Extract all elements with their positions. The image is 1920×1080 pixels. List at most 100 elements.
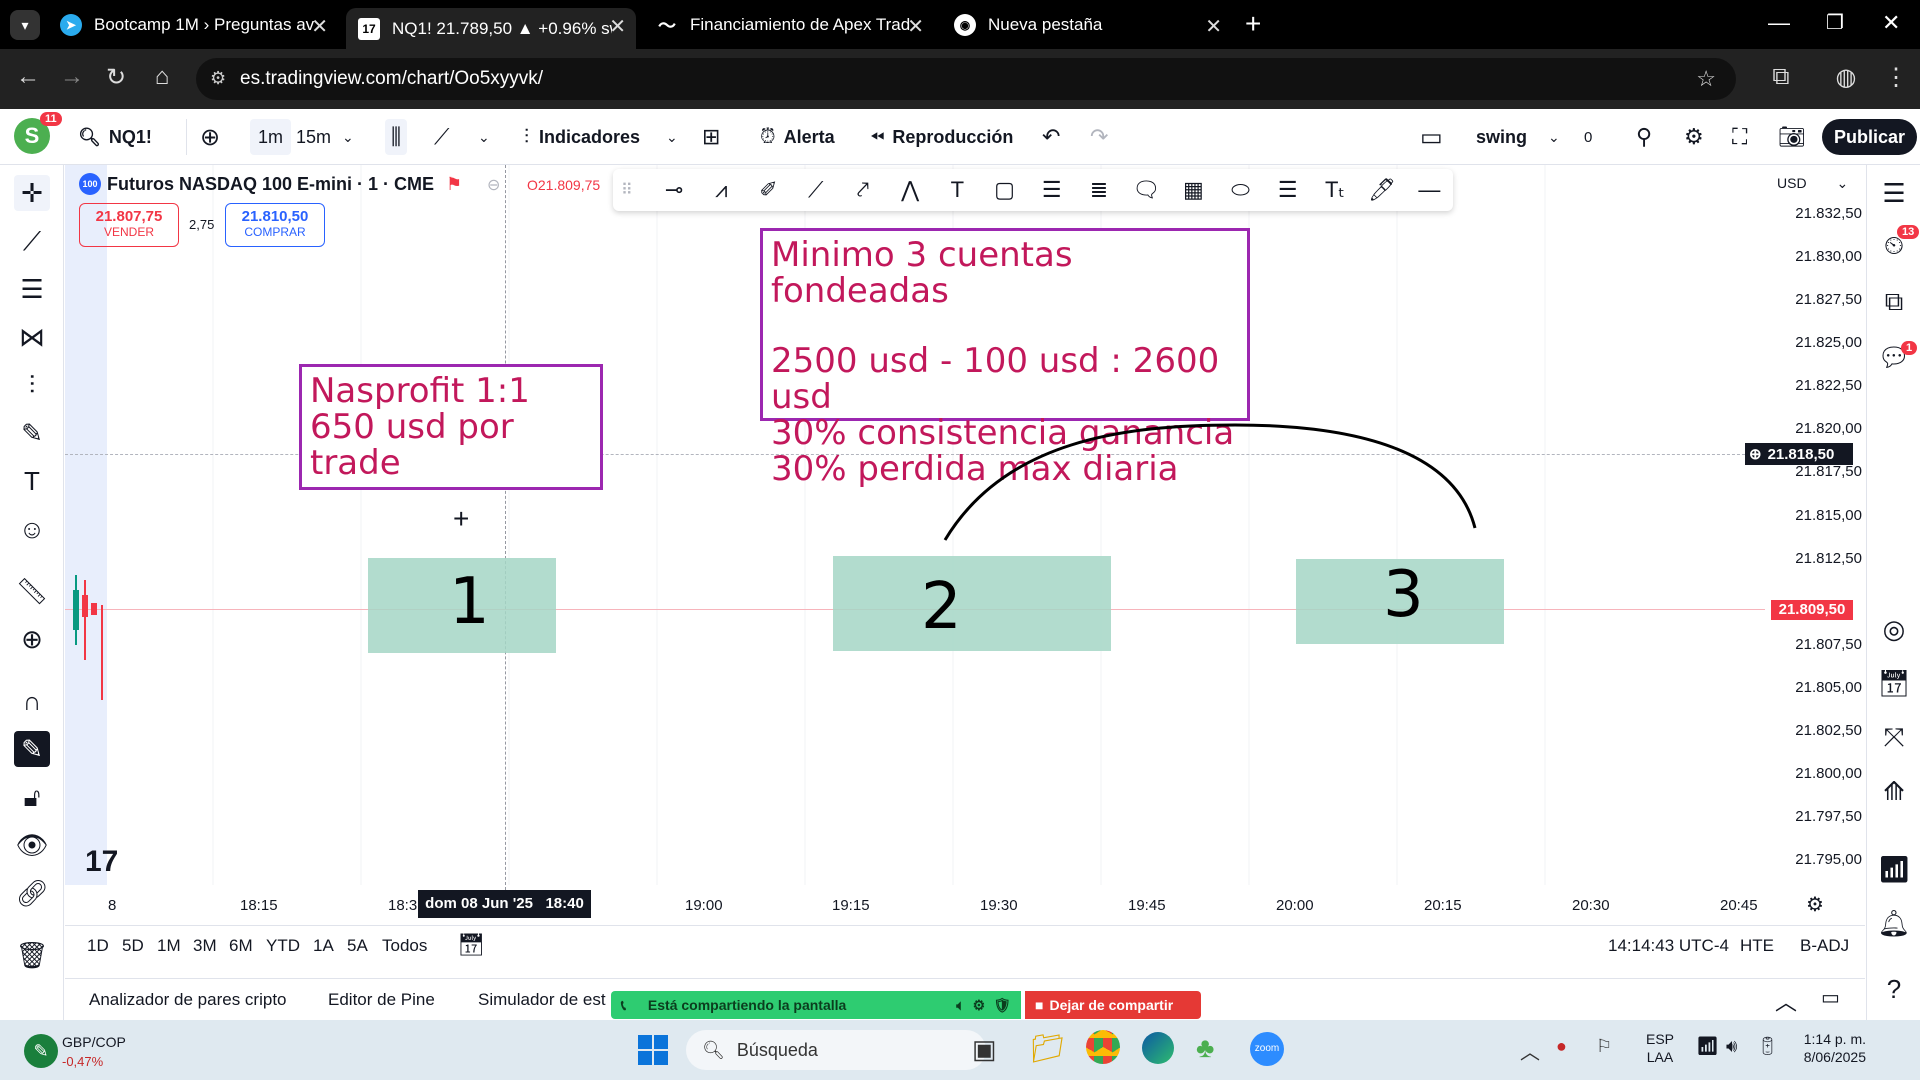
polyline-icon[interactable]: ⩘ [698,177,745,203]
annotation-requirements[interactable]: Minimo 3 cuentas fondeadas 2500 usd - 10… [760,228,1250,487]
profile-icon[interactable]: ◍ [1830,63,1862,92]
layers-icon[interactable]: ⧉ [1876,283,1912,319]
restore-icon[interactable]: ❐ [1826,10,1844,35]
range-all[interactable]: Todos [382,936,427,956]
indicators-button[interactable]: ⫶ Indicadores [524,119,640,155]
url-input[interactable]: ⚙ es.tradingview.com/chart/Oo5xyyvk/ ☆ [196,58,1736,100]
lines-icon[interactable]: ☰ [1264,177,1311,203]
settings-small-icon[interactable]: ⚙ [973,997,986,1014]
layouts-grid-icon[interactable]: ⊞ [702,119,720,155]
brush-tool-icon[interactable]: ✐ [745,177,792,203]
range-3m[interactable]: 3M [193,936,217,956]
battery-icon[interactable]: 🔋︎ [1756,1036,1779,1057]
instrument-title[interactable]: 100 Futuros NASDAQ 100 E-mini · 1 · CME … [79,173,462,195]
xabcd-pattern-icon[interactable]: ⋀ [887,177,934,203]
close-tab-icon[interactable]: ✕ [1205,14,1222,39]
range-1a[interactable]: 1A [313,936,334,956]
chart-signal-icon[interactable]: ⟰ [1876,773,1912,809]
panel-tab-pine-editor[interactable]: Editor de Pine [328,990,435,1010]
language-indicator[interactable]: ESP LAA [1646,1030,1674,1066]
fib-channel-icon[interactable]: ☰ [1028,177,1075,203]
panel-tab-strategy-tester[interactable]: Simulador de est [478,990,606,1010]
wifi-icon[interactable]: 📶︎ [1696,1036,1719,1057]
drag-handle-icon[interactable]: ⠿ [621,180,651,200]
range-5a[interactable]: 5A [347,936,368,956]
candles-icon[interactable]: ⫼ [385,119,408,155]
home-icon[interactable]: ⌂ [146,63,178,91]
range-1d[interactable]: 1D [87,936,109,956]
account-box-2[interactable] [833,556,1111,651]
range-5d[interactable]: 5D [122,936,144,956]
layout-name[interactable]: swing [1476,119,1527,155]
prediction-icon[interactable]: ⫶ [14,367,50,403]
bell-icon[interactable]: 🔔︎ [1876,905,1912,941]
collapse-panel-icon[interactable]: ︿ [1775,985,1797,1017]
text-tool-icon[interactable]: T [14,463,50,499]
camera-icon[interactable]: 📷︎ [1778,119,1806,155]
tab-bootcamp[interactable]: ➤ Bootcamp 1M › Preguntas avan ✕ [48,8,338,42]
show-hidden-icons[interactable]: ︿ [1520,1036,1540,1065]
path-tool-icon[interactable]: ⤤ [839,177,886,203]
alert-button[interactable]: ⏰︎ Alerta [760,119,835,155]
extensions-icon[interactable]: ⧉ [1765,63,1797,91]
calendar-icon[interactable]: 📅︎ [1876,665,1912,701]
back-icon[interactable]: ← [12,63,44,91]
quick-search-icon[interactable]: ⚲ [1636,119,1652,155]
panel-tab-pair-analyzer[interactable]: Analizador de pares cripto [89,990,287,1010]
close-tab-icon[interactable]: ✕ [907,14,924,39]
session-toggle[interactable]: HTE [1740,936,1774,956]
flag-icon[interactable]: ⚑ [446,174,462,195]
chart-type-dropdown-icon[interactable]: ⌄ [478,119,490,155]
fib-retracement-icon[interactable]: ☰ [14,271,50,307]
broadcast-icon[interactable]: 📶︎ [1876,851,1912,887]
emoji-icon[interactable]: ☺ [14,511,50,547]
link-icon[interactable]: 🔗︎ [14,875,50,911]
gann-icon[interactable]: ≣ [1075,177,1122,203]
strategy-icon[interactable]: ⤧ [1876,719,1912,755]
tab-tradingview[interactable]: 17 NQ1! 21.789,50 ▲ +0.96% swin ✕ [346,8,636,49]
tray-app-icon[interactable]: ● [1556,1036,1567,1057]
line-tool-icon[interactable]: ⟋ [792,177,839,203]
interval-1m[interactable]: 1m [250,119,292,155]
interval-dropdown-icon[interactable]: ⌄ [342,119,354,155]
close-tab-icon[interactable]: ✕ [609,14,626,39]
redo-icon[interactable]: ↷ [1090,119,1108,155]
lock-icon[interactable]: 🔓︎ [14,779,50,815]
eye-icon[interactable]: 👁︎ [14,827,50,863]
trash-icon[interactable]: 🗑︎ [14,937,50,973]
maximize-panel-icon[interactable]: ▭ [1821,985,1840,1010]
widget-ticker[interactable]: ✎ GBP/COP -0,47% [24,1026,144,1074]
trend-line-icon[interactable]: ⟋ [14,223,50,259]
system-clock[interactable]: 1:14 p. m. 8/06/2025 [1794,1030,1866,1066]
layout-rect-icon[interactable]: ▭ [1420,119,1443,155]
text-icon[interactable]: T [934,177,981,203]
target-icon[interactable]: ◎ [1876,611,1912,647]
annotation-nasprofit[interactable]: Nasprofit 1:1 650 usd por trade [299,364,603,490]
plus-circle-icon[interactable]: ⊕ [1749,445,1762,463]
tradingview-logo[interactable]: 17 [85,845,118,879]
axis-settings-icon[interactable]: ⚙ [1806,892,1824,917]
table-icon[interactable]: ▦ [1170,177,1217,203]
replay-button[interactable]: ⏪︎ Reproducción [870,119,1013,155]
line-chart-icon[interactable]: ⟋ [434,119,449,155]
crosshair-icon[interactable]: ✛ [14,175,50,211]
new-tab-button[interactable]: + [1245,8,1261,40]
file-explorer-icon[interactable]: 📁︎ [1030,1032,1066,1065]
chart-area[interactable]: 100 Futuros NASDAQ 100 E-mini · 1 · CME … [65,165,1865,930]
sell-button[interactable]: 21.807,75 VENDER [79,203,179,247]
tray-network-app-icon[interactable]: ⚐ [1596,1036,1612,1057]
publish-button[interactable]: Publicar [1822,119,1918,155]
buy-button[interactable]: 21.810,50 COMPRAR [225,203,325,247]
zoom-in-icon[interactable]: ⊕ [14,621,50,657]
help-icon[interactable]: ? [1876,971,1912,1007]
edge-taskbar-icon[interactable] [1142,1032,1174,1064]
fullscreen-icon[interactable]: ⛶ [1732,119,1747,155]
stop-sharing-button[interactable]: ■ Dejar de compartir [1025,991,1201,1019]
pen-icon[interactable]: 🖊︎ [1359,177,1406,203]
tab-new[interactable]: ◉ Nueva pestaña ✕ [942,8,1232,42]
tab-list-button[interactable]: ▾ [10,10,40,40]
undo-icon[interactable]: ↶ [1042,119,1060,155]
indicators-dropdown-icon[interactable]: ⌄ [666,119,678,155]
minimize-icon[interactable]: — [1768,10,1790,36]
site-info-icon[interactable]: ⚙ [210,68,226,89]
